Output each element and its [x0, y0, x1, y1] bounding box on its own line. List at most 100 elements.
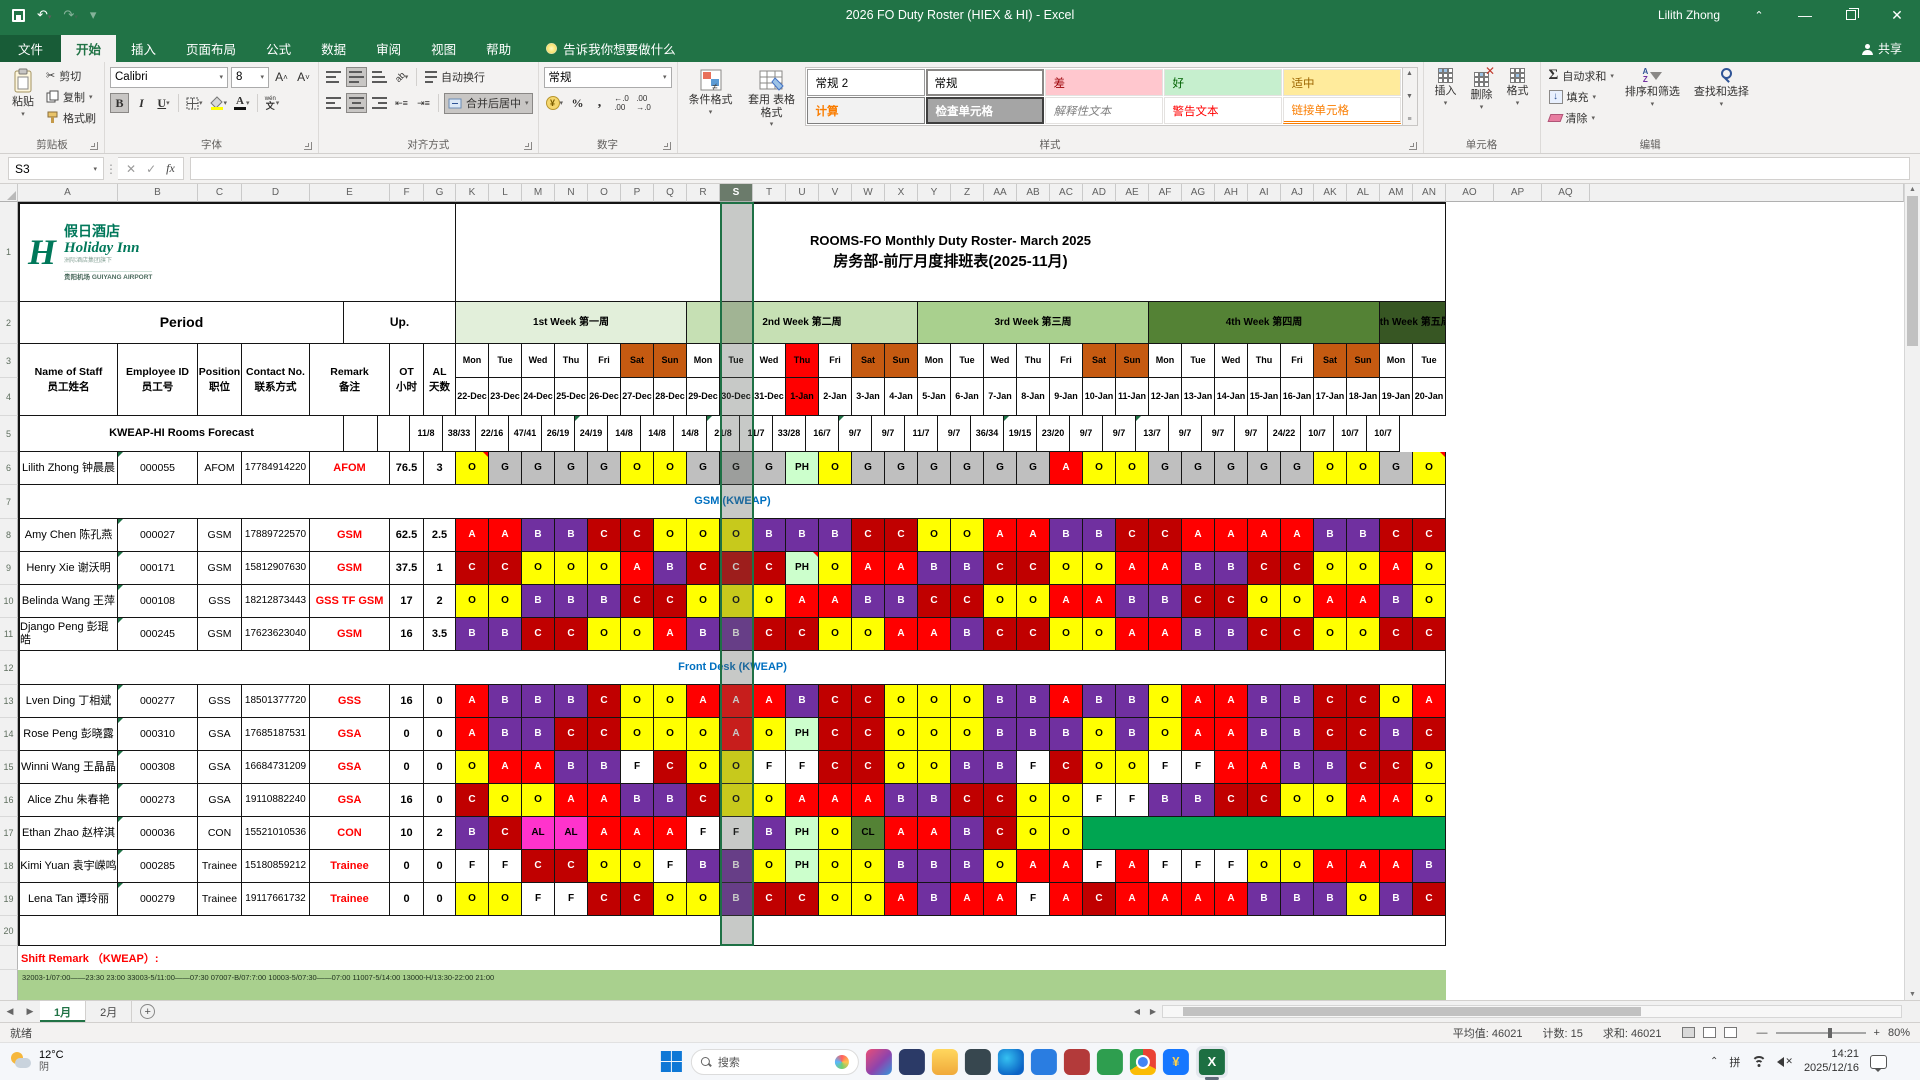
staff-contact[interactable]: 16684731209: [242, 751, 310, 784]
col-header-AF[interactable]: AF: [1149, 184, 1182, 202]
staff-name[interactable]: Winni Wang 王晶晶: [18, 751, 118, 784]
staff-ot[interactable]: 16: [390, 685, 424, 718]
shift-cell[interactable]: O: [1281, 850, 1314, 883]
shift-cell[interactable]: O: [918, 751, 951, 784]
shift-cell[interactable]: B: [522, 585, 555, 618]
date-cell[interactable]: 3-Jan: [852, 378, 885, 416]
staff-id[interactable]: 000279: [118, 883, 198, 916]
shift-cell[interactable]: O: [1281, 585, 1314, 618]
desktop-icon[interactable]: [964, 1048, 991, 1075]
forecast-ot-empty[interactable]: [344, 416, 378, 452]
shift-cell[interactable]: A: [918, 618, 951, 651]
file-explorer-icon[interactable]: [931, 1048, 958, 1075]
shift-cell[interactable]: A: [1182, 685, 1215, 718]
shift-cell[interactable]: B: [852, 585, 885, 618]
staff-remark[interactable]: Trainee: [310, 850, 390, 883]
staff-position[interactable]: GSS: [198, 685, 242, 718]
shift-cell[interactable]: F: [1017, 883, 1050, 916]
shift-cell[interactable]: B: [753, 817, 786, 850]
forecast-cell[interactable]: 9/7: [839, 416, 872, 452]
shift-cell[interactable]: G: [1017, 452, 1050, 485]
staff-contact[interactable]: 18501377720: [242, 685, 310, 718]
staff-position[interactable]: GSA: [198, 784, 242, 817]
shift-cell[interactable]: C: [786, 618, 819, 651]
shift-cell[interactable]: F: [1083, 784, 1116, 817]
font-name-select[interactable]: Calibri ▾: [110, 66, 228, 88]
shift-cell[interactable]: B: [918, 784, 951, 817]
shift-cell[interactable]: A: [1149, 618, 1182, 651]
shift-cell[interactable]: O: [753, 718, 786, 751]
week-band-4[interactable]: 4th Week 第四周: [1149, 302, 1380, 344]
italic-button[interactable]: I: [132, 93, 151, 113]
shift-cell[interactable]: G: [951, 452, 984, 485]
shift-cell[interactable]: G: [687, 452, 720, 485]
staff-name[interactable]: Henry Xie 谢沃明: [18, 552, 118, 585]
shift-cell[interactable]: A: [1050, 585, 1083, 618]
staff-al[interactable]: 3: [424, 452, 456, 485]
shift-cell[interactable]: C: [786, 883, 819, 916]
font-color-icon[interactable]: A ▾: [232, 93, 252, 113]
forecast-cell[interactable]: 47/41: [509, 416, 542, 452]
media-icon[interactable]: [865, 1048, 892, 1075]
shift-cell[interactable]: A: [1248, 751, 1281, 784]
shift-cell[interactable]: C: [1050, 751, 1083, 784]
date-cell[interactable]: 18-Jan: [1347, 378, 1380, 416]
day-name-cell[interactable]: Wed: [984, 344, 1017, 378]
shift-cell[interactable]: O: [1050, 817, 1083, 850]
day-name-cell[interactable]: Tue: [720, 344, 753, 378]
tab-数据[interactable]: 数据: [306, 35, 361, 62]
shift-cell[interactable]: F: [1116, 784, 1149, 817]
row-header-19[interactable]: 19: [0, 883, 18, 916]
staff-position[interactable]: GSM: [198, 519, 242, 552]
shift-cell[interactable]: C: [1380, 618, 1413, 651]
shift-cell[interactable]: A: [885, 817, 918, 850]
cell-style-chip[interactable]: 警告文本: [1163, 97, 1282, 124]
leave-bar[interactable]: [1083, 817, 1446, 850]
shift-cell[interactable]: F: [1017, 751, 1050, 784]
date-cell[interactable]: 30-Dec: [720, 378, 753, 416]
ime-indicator[interactable]: 拼: [1729, 1054, 1740, 1070]
shift-cell[interactable]: O: [489, 883, 522, 916]
cell-style-chip[interactable]: 常规 2: [806, 69, 925, 96]
shift-cell[interactable]: O: [1413, 585, 1446, 618]
col-header-AO[interactable]: AO: [1446, 184, 1494, 202]
staff-contact[interactable]: 17623623040: [242, 618, 310, 651]
vertical-scrollbar[interactable]: ▲ ▼: [1904, 184, 1920, 1000]
shift-cell[interactable]: O: [951, 718, 984, 751]
shift-cell[interactable]: A: [588, 817, 621, 850]
shift-cell[interactable]: B: [819, 519, 852, 552]
shift-cell[interactable]: O: [720, 585, 753, 618]
cell-style-chip[interactable]: 计算: [806, 97, 925, 124]
forecast-cell[interactable]: 9/7: [1103, 416, 1136, 452]
day-name-cell[interactable]: Wed: [753, 344, 786, 378]
shift-cell[interactable]: B: [687, 618, 720, 651]
shift-cell[interactable]: A: [885, 883, 918, 916]
cell-style-chip[interactable]: 适中: [1282, 69, 1401, 96]
shift-cell[interactable]: B: [1116, 685, 1149, 718]
shift-cell[interactable]: A: [1314, 585, 1347, 618]
staff-al[interactable]: 0: [424, 685, 456, 718]
staff-remark[interactable]: GSA: [310, 751, 390, 784]
shift-cell[interactable]: A: [852, 784, 885, 817]
section-separator[interactable]: GSM (KWEAP): [18, 485, 1446, 519]
col-header-AI[interactable]: AI: [1248, 184, 1281, 202]
forecast-cell[interactable]: 24/19: [575, 416, 608, 452]
shift-cell[interactable]: O: [654, 452, 687, 485]
mail-icon[interactable]: [1030, 1048, 1057, 1075]
date-cell[interactable]: 19-Jan: [1380, 378, 1413, 416]
tab-开始[interactable]: 开始: [61, 35, 117, 62]
staff-ot[interactable]: 16: [390, 784, 424, 817]
tab-审阅[interactable]: 审阅: [361, 35, 416, 62]
shift-cell[interactable]: O: [1083, 452, 1116, 485]
shift-cell[interactable]: C: [555, 850, 588, 883]
shift-cell[interactable]: O: [522, 784, 555, 817]
sheet-tab-2月[interactable]: 2月: [86, 1001, 133, 1022]
forecast-cell[interactable]: 10/7: [1367, 416, 1400, 452]
col-header-extra[interactable]: [1590, 184, 1904, 202]
number-format-select[interactable]: 常规 ▾: [543, 66, 672, 88]
day-name-cell[interactable]: Thu: [786, 344, 819, 378]
shift-cell[interactable]: C: [588, 883, 621, 916]
shift-cell[interactable]: B: [588, 751, 621, 784]
shift-cell[interactable]: A: [1116, 850, 1149, 883]
shift-cell[interactable]: C: [1380, 519, 1413, 552]
